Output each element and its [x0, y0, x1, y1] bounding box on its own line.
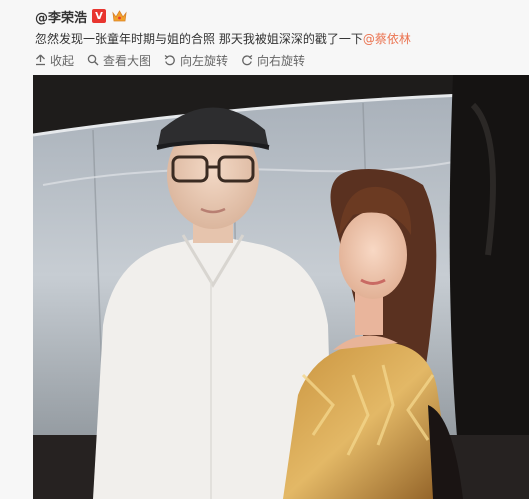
username-link[interactable]: @李荣浩: [35, 7, 87, 26]
post-text: 忽然发现一张童年时期与姐的合照 那天我被姐深深的戳了一下@蔡依林: [35, 30, 411, 47]
photo-illustration: [33, 75, 529, 499]
magnifier-icon: [87, 54, 99, 66]
view-large-label: 查看大图: [103, 53, 152, 68]
rotate-left-label: 向左旋转: [180, 53, 229, 68]
collapse-icon: [36, 54, 45, 66]
post-header: @李荣浩 V: [35, 7, 127, 26]
rotate-left-icon: [164, 55, 175, 66]
image-toolbar: 收起 查看大图 向左旋转 向右旋转: [35, 52, 305, 69]
verified-v-badge[interactable]: V: [92, 9, 107, 23]
view-large-button[interactable]: 查看大图: [87, 52, 151, 69]
crown-badge-icon[interactable]: [111, 9, 127, 23]
rotate-right-label: 向右旋转: [257, 53, 306, 68]
rotate-right-button[interactable]: 向右旋转: [241, 52, 305, 69]
collapse-button[interactable]: 收起: [35, 52, 74, 69]
rotate-left-button[interactable]: 向左旋转: [164, 52, 228, 69]
rotate-right-icon: [242, 55, 253, 66]
post-photo[interactable]: [33, 75, 529, 499]
post-body: 忽然发现一张童年时期与姐的合照 那天我被姐深深的戳了一下: [35, 32, 363, 46]
collapse-label: 收起: [50, 53, 75, 68]
mention-link[interactable]: @蔡依林: [363, 32, 411, 46]
